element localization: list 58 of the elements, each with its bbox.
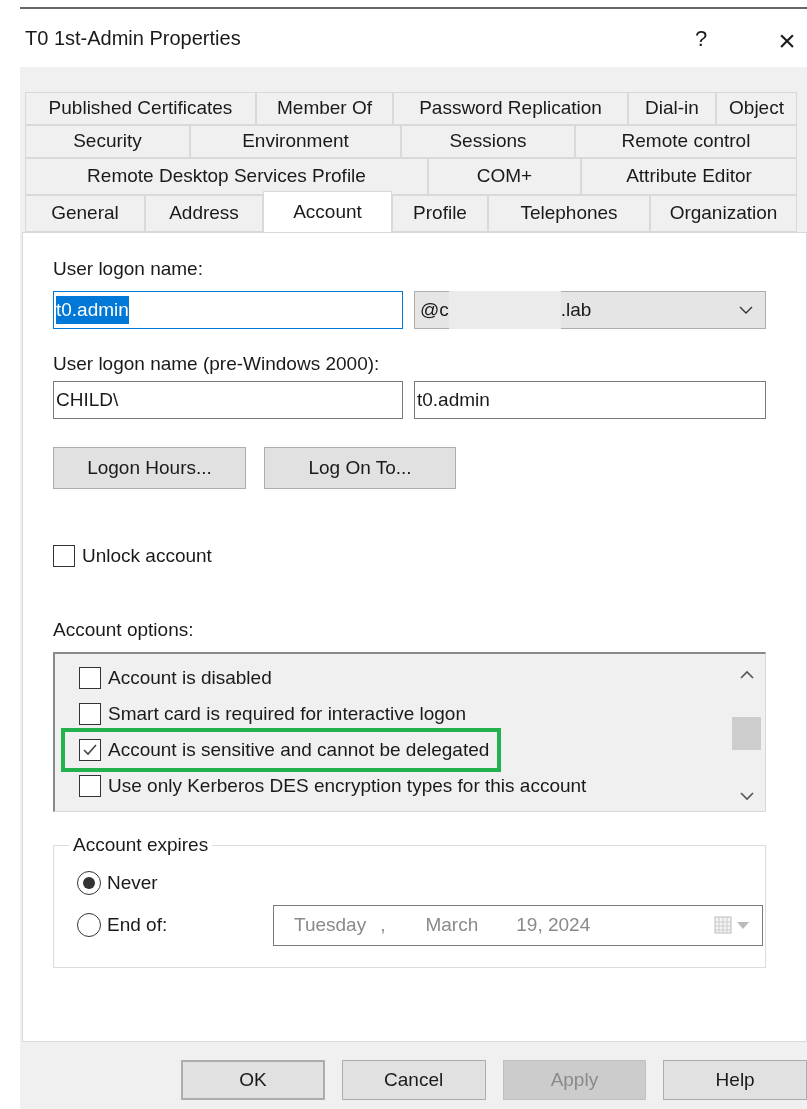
scrollbar-thumb[interactable]: [732, 717, 761, 750]
group-label: Account expires: [72, 834, 210, 856]
checkbox[interactable]: [53, 545, 75, 567]
radio-label: Never: [107, 870, 159, 895]
tab[interactable]: Published Certificates: [25, 92, 256, 125]
chevron-down-icon[interactable]: [739, 792, 754, 801]
dialog-button[interactable]: Cancel: [341, 1060, 486, 1100]
close-button[interactable]: ×: [767, 18, 807, 58]
tab[interactable]: COM+: [428, 158, 581, 195]
chevron-down-icon: [739, 306, 753, 314]
tab[interactable]: General: [25, 195, 145, 232]
radio-label: End of:: [107, 912, 169, 937]
tab[interactable]: Organization: [650, 195, 797, 232]
checkbox[interactable]: [79, 739, 101, 761]
checkbox[interactable]: [79, 667, 101, 689]
dialog-button[interactable]: Logon Hours...: [53, 447, 246, 489]
date-separator: ,: [380, 912, 386, 937]
checkbox-label: Use only Kerberos DES encryption types for this account: [108, 773, 587, 798]
dialog-button[interactable]: Help: [663, 1060, 807, 1100]
tab[interactable]: Remote control: [575, 125, 797, 158]
checkbox-label: Account is disabled: [108, 665, 272, 690]
username-field[interactable]: t0.admin: [53, 291, 403, 329]
field-label: User logon name (pre-Windows 2000):: [53, 352, 380, 376]
checkbox-label: Smart card is required for interactive logon: [108, 701, 466, 726]
tab[interactable]: Environment: [190, 125, 401, 158]
tab[interactable]: Sessions: [401, 125, 575, 158]
field-label: User logon name:: [53, 257, 203, 281]
help-button[interactable]: ?: [681, 18, 721, 58]
dialog-button[interactable]: OK: [181, 1060, 325, 1100]
date-day-year: 19, 2024: [516, 912, 591, 937]
tab[interactable]: Telephones: [488, 195, 650, 232]
section-label: Account options:: [53, 618, 194, 642]
tab[interactable]: Dial-in: [628, 92, 716, 125]
radio-button[interactable]: [77, 913, 101, 937]
tab[interactable]: Address: [145, 195, 263, 232]
tab[interactable]: Attribute Editor: [581, 158, 797, 195]
tab[interactable]: Object: [716, 92, 797, 125]
window-title: T0 1st-Admin Properties: [25, 26, 241, 51]
tab[interactable]: Security: [25, 125, 190, 158]
domain-field[interactable]: CHILD\: [53, 381, 403, 419]
domain-dropdown[interactable]: @c .lab: [414, 291, 766, 329]
selected-text: t0.admin: [56, 295, 129, 325]
date-weekday: Tuesday: [294, 912, 367, 937]
tab[interactable]: Profile: [392, 195, 488, 232]
checkbox-label: Unlock account: [82, 543, 212, 568]
date-month: March: [425, 912, 479, 937]
checkbox[interactable]: [79, 775, 101, 797]
check-mark-icon: [82, 743, 98, 757]
username-field[interactable]: t0.admin: [414, 381, 766, 419]
tab[interactable]: Remote Desktop Services Profile: [25, 158, 428, 195]
chevron-up-icon[interactable]: [739, 670, 754, 679]
tab[interactable]: Account: [263, 191, 392, 232]
tab[interactable]: Password Replication: [393, 92, 628, 125]
radio-button[interactable]: [77, 871, 101, 895]
checkbox-label: Account is sensitive and cannot be delegated: [108, 737, 490, 762]
tab[interactable]: Member Of: [256, 92, 393, 125]
dialog-button[interactable]: Log On To...: [264, 447, 456, 489]
checkbox[interactable]: [79, 703, 101, 725]
